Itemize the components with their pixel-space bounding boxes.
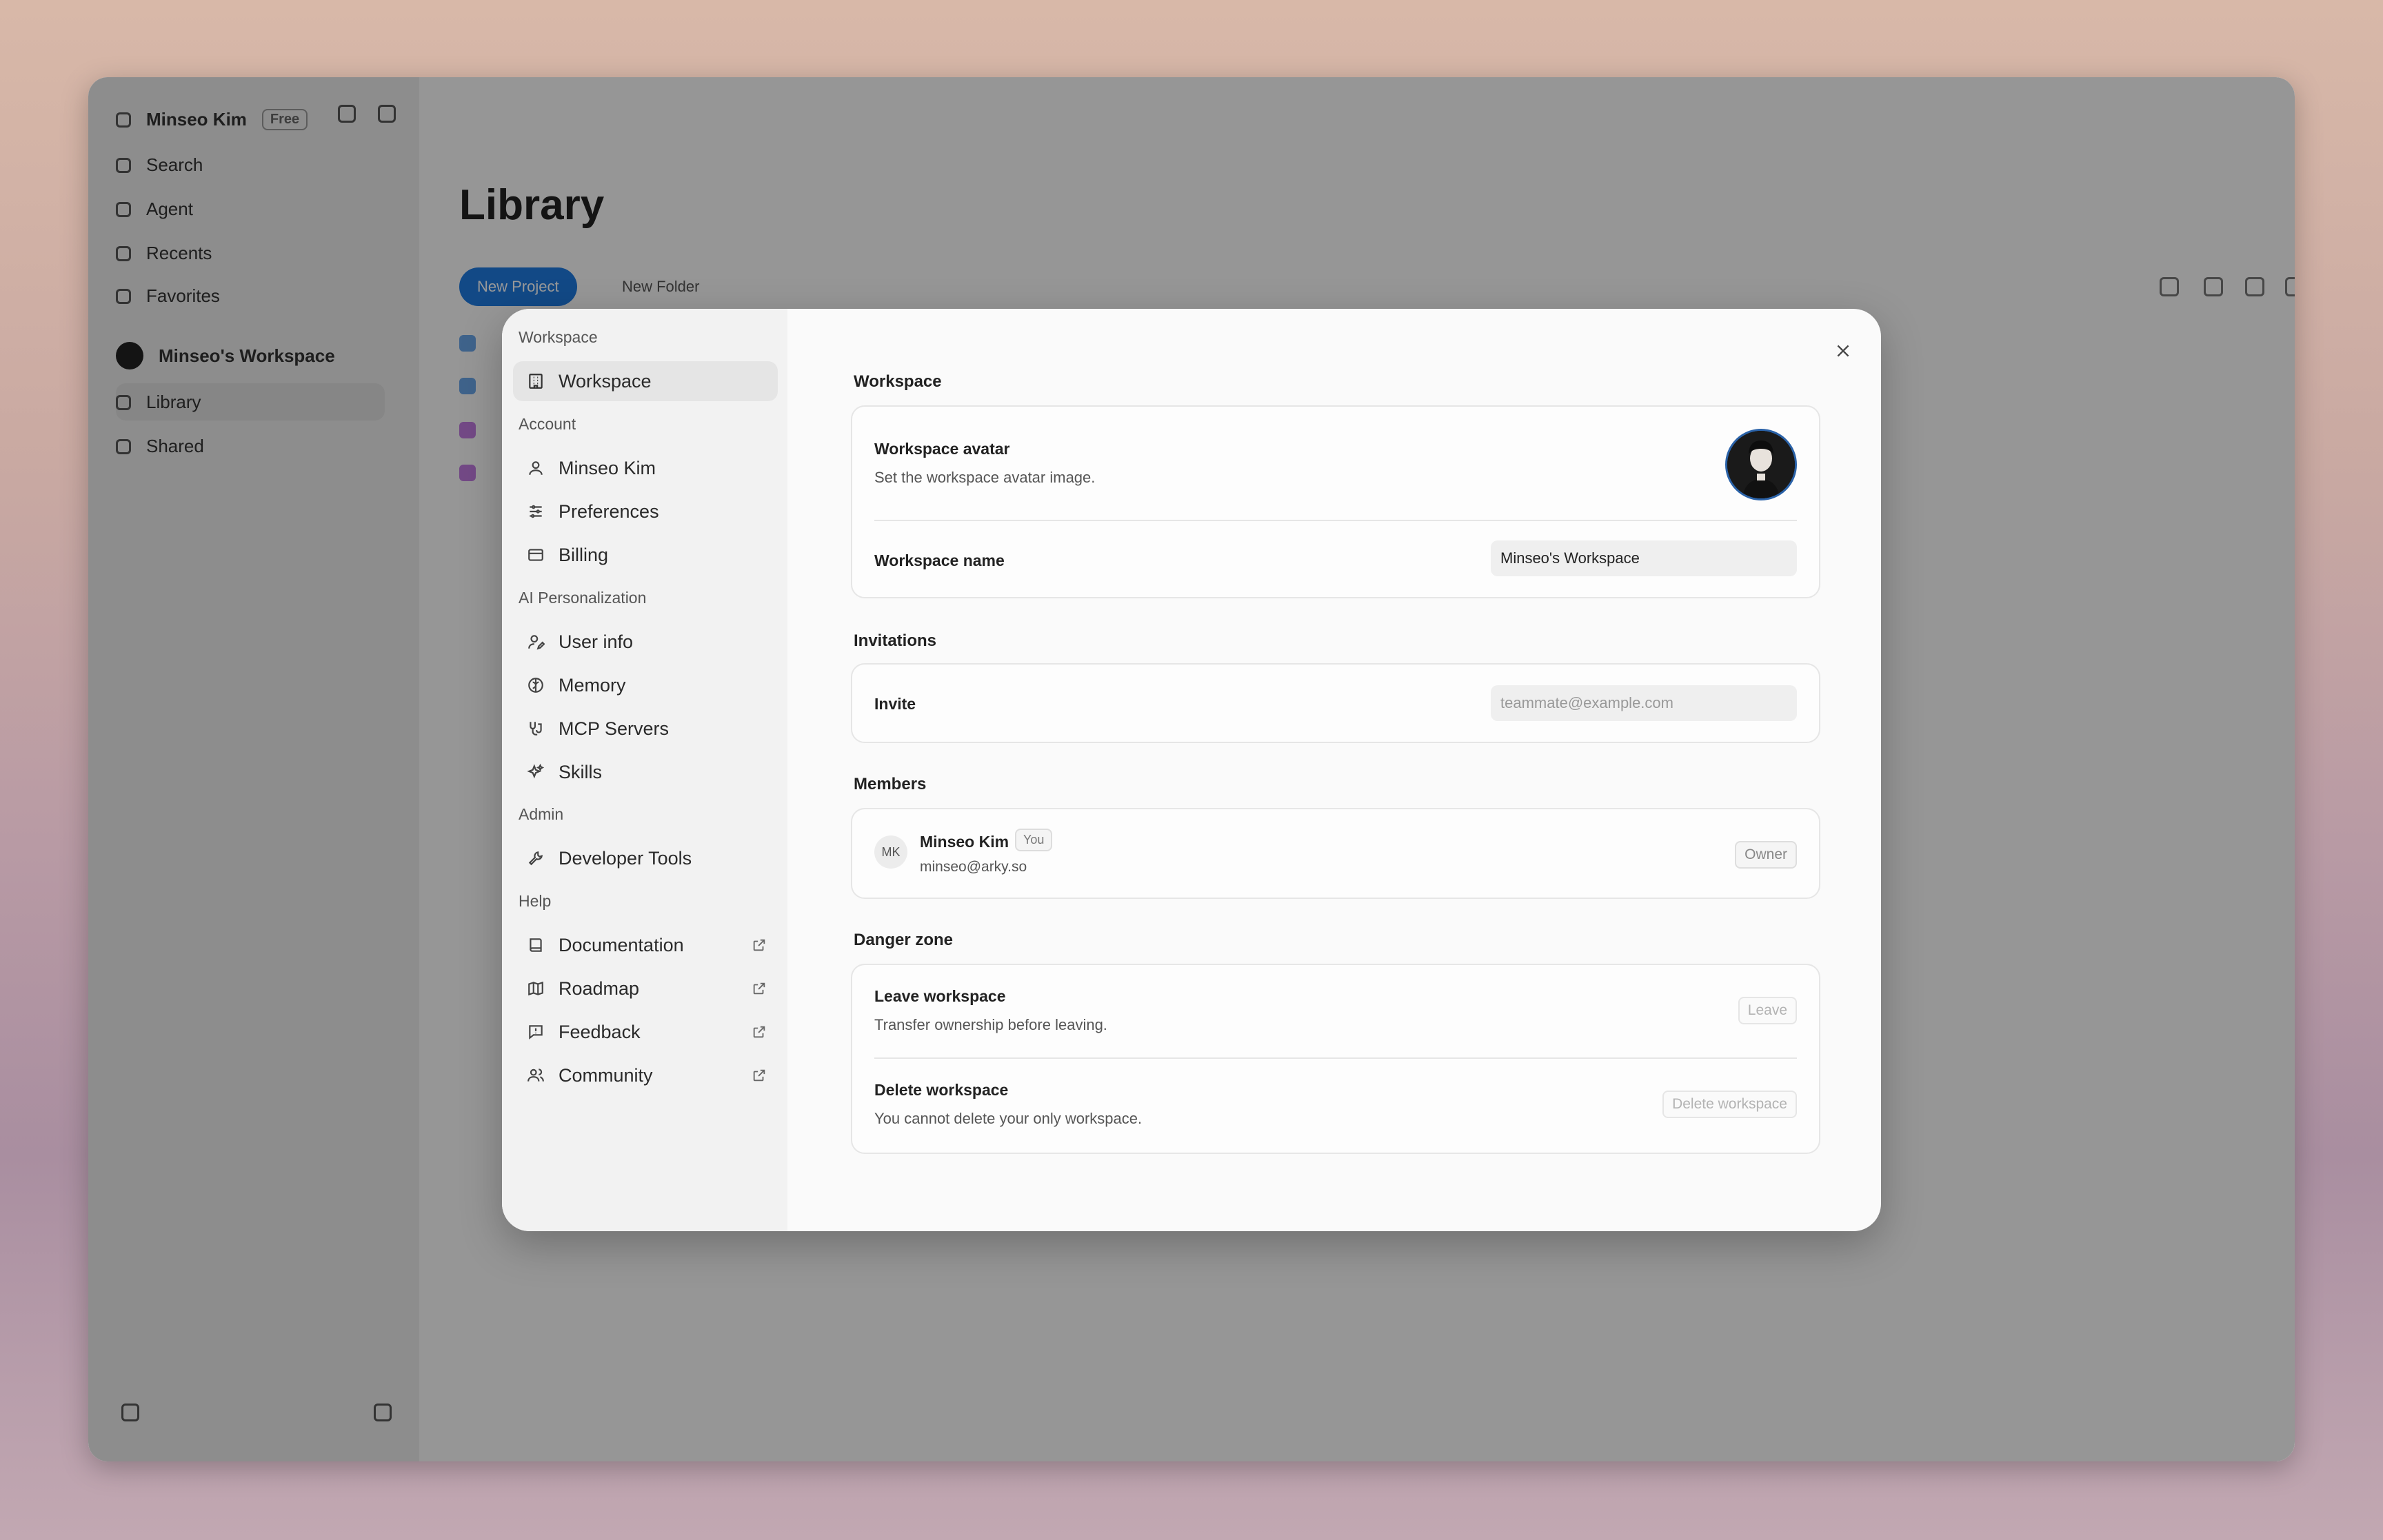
divider: [874, 1057, 1797, 1059]
nav-label: Community: [559, 1064, 653, 1086]
message-alert-icon: [527, 1023, 545, 1041]
settings-nav-skills[interactable]: Skills: [513, 752, 778, 792]
wrench-icon: [527, 849, 545, 867]
nav-label: Billing: [559, 544, 609, 565]
sliders-icon: [527, 503, 545, 520]
invitations-card: Invite: [851, 663, 1820, 743]
external-link-icon: [752, 938, 767, 953]
settings-nav-workspace[interactable]: Workspace: [513, 361, 778, 401]
avatar-description: Set the workspace avatar image.: [874, 469, 1096, 486]
nav-label: Minseo Kim: [559, 457, 656, 478]
settings-content: Workspace Workspace avatar Set the works…: [787, 309, 1881, 1231]
invite-label: Invite: [874, 695, 916, 713]
section-title: Members: [854, 775, 927, 793]
workspace-name-label: Workspace name: [874, 551, 1005, 569]
section-title: Workspace: [854, 372, 942, 391]
delete-title: Delete workspace: [874, 1081, 1009, 1099]
member-avatar: MK: [874, 835, 907, 869]
danger-zone-card: Leave workspace Transfer ownership befor…: [851, 964, 1820, 1154]
settings-nav-roadmap[interactable]: Roadmap: [513, 969, 778, 1009]
section-title: Danger zone: [854, 931, 954, 949]
nav-label: Feedback: [559, 1021, 641, 1042]
nav-label: MCP Servers: [559, 718, 670, 739]
leave-description: Transfer ownership before leaving.: [874, 1016, 1107, 1033]
nav-label: Skills: [559, 761, 603, 782]
group-label: Help: [519, 892, 552, 910]
invite-email-input[interactable]: [1491, 685, 1797, 721]
delete-workspace-button[interactable]: Delete workspace: [1662, 1091, 1797, 1118]
group-label: AI Personalization: [519, 589, 647, 607]
external-link-icon: [752, 981, 767, 996]
settings-nav-feedback[interactable]: Feedback: [513, 1012, 778, 1052]
settings-nav-account[interactable]: Minseo Kim: [513, 448, 778, 488]
settings-nav-billing[interactable]: Billing: [513, 535, 778, 575]
building-icon: [527, 372, 545, 390]
workspace-avatar-image[interactable]: [1725, 429, 1797, 500]
plug-icon: [527, 720, 545, 738]
close-icon: [1837, 345, 1849, 357]
settings-nav-memory[interactable]: Memory: [513, 665, 778, 705]
settings-nav-developer-tools[interactable]: Developer Tools: [513, 838, 778, 878]
settings-nav-documentation[interactable]: Documentation: [513, 925, 778, 965]
sparkles-icon: [527, 763, 545, 781]
member-name: Minseo Kim: [920, 833, 1009, 851]
workspace-name-input[interactable]: [1491, 540, 1797, 576]
external-link-icon: [752, 1024, 767, 1040]
external-link-icon: [752, 1068, 767, 1083]
map-icon: [527, 980, 545, 997]
divider: [874, 520, 1797, 521]
nav-label: Developer Tools: [559, 847, 692, 869]
member-email: minseo@arky.so: [920, 859, 1027, 875]
nav-label: Memory: [559, 674, 626, 696]
settings-modal: Workspace Workspace Account Minseo Kim P…: [502, 309, 1881, 1231]
leave-button[interactable]: Leave: [1738, 997, 1797, 1024]
group-label: Workspace: [519, 328, 598, 346]
group-label: Account: [519, 415, 576, 433]
settings-sidebar: Workspace Workspace Account Minseo Kim P…: [502, 309, 787, 1231]
section-title: Invitations: [854, 631, 937, 650]
member-role-badge[interactable]: Owner: [1735, 841, 1797, 869]
group-label: Admin: [519, 805, 564, 823]
brain-icon: [527, 676, 545, 694]
settings-nav-preferences[interactable]: Preferences: [513, 492, 778, 531]
settings-nav-user-info[interactable]: User info: [513, 622, 778, 662]
members-card: MK Minseo Kim You minseo@arky.so Owner: [851, 808, 1820, 899]
nav-label: Roadmap: [559, 977, 640, 999]
leave-title: Leave workspace: [874, 987, 1006, 1005]
workspace-card: Workspace avatar Set the workspace avata…: [851, 405, 1820, 598]
close-button[interactable]: [1830, 338, 1856, 364]
nav-label: User info: [559, 631, 634, 652]
you-badge: You: [1015, 829, 1053, 851]
settings-nav-community[interactable]: Community: [513, 1055, 778, 1095]
credit-card-icon: [527, 546, 545, 564]
avatar-title: Workspace avatar: [874, 440, 1010, 458]
nav-label: Documentation: [559, 934, 684, 955]
book-icon: [527, 936, 545, 954]
settings-nav-mcp-servers[interactable]: MCP Servers: [513, 709, 778, 749]
nav-label: Preferences: [559, 500, 659, 522]
nav-label: Workspace: [559, 370, 652, 392]
user-pen-icon: [527, 633, 545, 651]
delete-description: You cannot delete your only workspace.: [874, 1110, 1143, 1127]
user-icon: [527, 459, 545, 477]
users-icon: [527, 1066, 545, 1084]
